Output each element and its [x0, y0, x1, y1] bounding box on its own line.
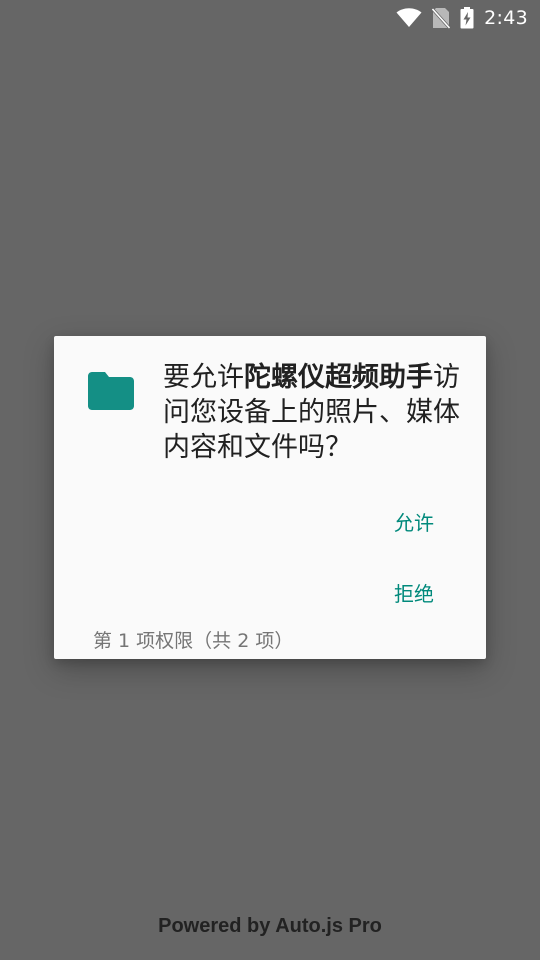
app-name: 陀螺仪超频助手	[244, 362, 433, 393]
battery-charging-icon	[460, 7, 474, 29]
status-bar: 2:43	[0, 0, 540, 36]
message-prefix: 要允许	[163, 362, 244, 393]
deny-button[interactable]: 拒绝	[394, 572, 434, 613]
no-sim-icon	[432, 7, 451, 29]
allow-button[interactable]: 允许	[394, 501, 434, 542]
permission-counter: 第 1 项权限（共 2 项）	[93, 630, 294, 652]
status-time: 2:43	[484, 7, 528, 29]
app-screen: 2:43 要允许陀螺仪超频助手访问您设备上的照片、媒体内容和文件吗？ 允许 拒绝…	[0, 0, 540, 960]
dialog-message: 要允许陀螺仪超频助手访问您设备上的照片、媒体内容和文件吗？	[163, 360, 468, 465]
folder-icon	[88, 372, 134, 410]
powered-by-footer: Powered by Auto.js Pro	[158, 915, 382, 937]
permission-dialog: 要允许陀螺仪超频助手访问您设备上的照片、媒体内容和文件吗？ 允许 拒绝 第 1 …	[54, 336, 486, 659]
wifi-icon	[396, 8, 422, 28]
